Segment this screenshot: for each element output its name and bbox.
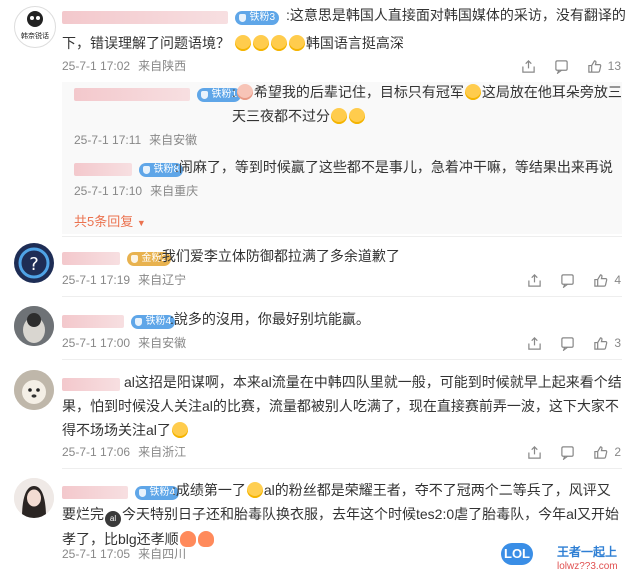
watermark-logo: LOL	[501, 543, 533, 565]
caret-down-icon: ▼	[136, 218, 146, 228]
comment-text: :說多的沒用，你最好别坑能赢。	[170, 311, 370, 327]
divider	[62, 296, 622, 297]
more-replies-link[interactable]: 共5条回复 ▼	[74, 211, 146, 230]
emoji-icon	[252, 35, 269, 51]
reply-meta: 25-7-1 17:10 来自重庆	[74, 184, 199, 198]
share-button[interactable]	[527, 336, 542, 351]
comment-header: 铁粉4	[62, 313, 178, 329]
avatar-caption: 韩奈锐话	[21, 33, 49, 40]
like-button[interactable]: 13	[587, 59, 621, 74]
comment-header: 铁粉3	[62, 9, 282, 25]
comment-meta: 25-7-1 17:05 来自四川	[62, 547, 187, 561]
avatar[interactable]	[14, 306, 54, 346]
thumbs-up-icon	[594, 336, 608, 350]
comment-actions: 3	[509, 334, 621, 352]
site-watermark: LOL 王者一起上 lolwz??3.com	[495, 537, 635, 579]
fan-badge: 铁粉3	[235, 10, 280, 25]
divider	[62, 236, 622, 237]
thumbs-up-icon	[594, 273, 608, 287]
avatar[interactable]: ?	[14, 243, 54, 283]
like-count: 4	[614, 273, 621, 287]
pig-emoji-icon	[236, 84, 253, 100]
emoji-icon	[171, 422, 188, 438]
thumbs-up-icon	[594, 445, 608, 459]
divider	[62, 359, 622, 360]
al-emoji-icon: al	[105, 511, 121, 527]
avatar[interactable]	[14, 6, 56, 48]
like-button[interactable]: 3	[593, 336, 621, 351]
comment-icon	[561, 336, 575, 351]
comment-actions: 4	[509, 271, 621, 289]
like-button[interactable]: 4	[593, 273, 621, 288]
reply-text: : 希望我的后辈记住，目标只有冠军 这局放在他耳朵旁放三天三夜都不过分	[232, 84, 622, 124]
watermark-site: 王者一起上	[557, 545, 618, 559]
comment-actions: 2	[509, 443, 621, 461]
reply-button[interactable]	[560, 273, 575, 288]
username[interactable]	[74, 88, 190, 102]
avatar[interactable]	[14, 370, 54, 410]
comment-meta: 25-7-1 17:00 来自安徽	[62, 336, 187, 350]
svg-text:?: ?	[29, 254, 39, 275]
username[interactable]	[62, 11, 228, 25]
share-icon	[528, 336, 542, 350]
comment-text: :我们爱李立体防御都拉满了多余道歉了	[158, 248, 400, 264]
emoji-icon	[349, 108, 365, 124]
emoji-icon	[270, 35, 287, 51]
share-button[interactable]	[527, 273, 542, 288]
comment-meta: 25-7-1 17:02 来自陕西	[62, 59, 187, 73]
comment-meta: 25-7-1 17:06 来自浙江	[62, 445, 187, 459]
emoji-icon	[197, 531, 214, 547]
avatar[interactable]	[14, 478, 54, 518]
comment-text: al这招是阳谋啊，本来al流量在中韩四队里就一般，可能到时候就早上起来看个结果，…	[62, 374, 622, 438]
reply-meta: 25-7-1 17:11 来自安徽	[74, 133, 198, 147]
share-icon	[521, 59, 535, 73]
username[interactable]	[62, 252, 120, 266]
emoji-icon	[464, 84, 481, 100]
share-icon	[528, 445, 542, 459]
reply-button[interactable]	[560, 336, 575, 351]
share-button[interactable]	[521, 59, 536, 74]
reply-header: 铁粉1	[74, 86, 244, 102]
comment-icon	[554, 59, 568, 74]
comment-text-line2: 下，错误理解了问题语境？ 韩国语言挺高深	[62, 35, 404, 51]
lol-brand: LOL	[501, 543, 533, 565]
divider	[62, 468, 622, 469]
comment-text-cont: 下，错误理解了问题语境？	[62, 35, 230, 51]
username[interactable]	[62, 315, 124, 329]
comment-text: :这意思是韩国人直接面对韩国媒体的采访，没有翻译的情况下，错误理解了问题语境？	[286, 7, 626, 23]
like-count: 13	[607, 59, 621, 73]
watermark-url: lolwz??3.com	[557, 561, 618, 572]
share-icon	[528, 273, 542, 287]
comment-meta: 25-7-1 17:19 来自辽宁	[62, 273, 187, 287]
fan-badge: 铁粉4	[131, 314, 176, 329]
comment-actions: 13	[503, 57, 621, 75]
comment-icon	[561, 273, 575, 288]
like-count: 3	[614, 336, 621, 350]
reply-button[interactable]	[554, 59, 569, 74]
reply-text: :闹麻了，等到时候赢了这些都不是事儿，急着冲干嘛，等结果出来再说	[175, 159, 613, 175]
reply-button[interactable]	[560, 445, 575, 460]
share-button[interactable]	[527, 445, 542, 460]
emoji-icon	[331, 108, 347, 124]
thumbs-up-icon	[587, 59, 601, 73]
comment-icon	[561, 445, 575, 460]
reply-header: 铁粉8	[74, 161, 186, 177]
username[interactable]	[74, 163, 132, 177]
like-button[interactable]: 2	[593, 445, 621, 460]
like-count: 2	[614, 445, 621, 459]
emoji-icon	[234, 35, 251, 51]
emoji-icon	[246, 482, 263, 498]
emoji-icon	[288, 35, 305, 51]
